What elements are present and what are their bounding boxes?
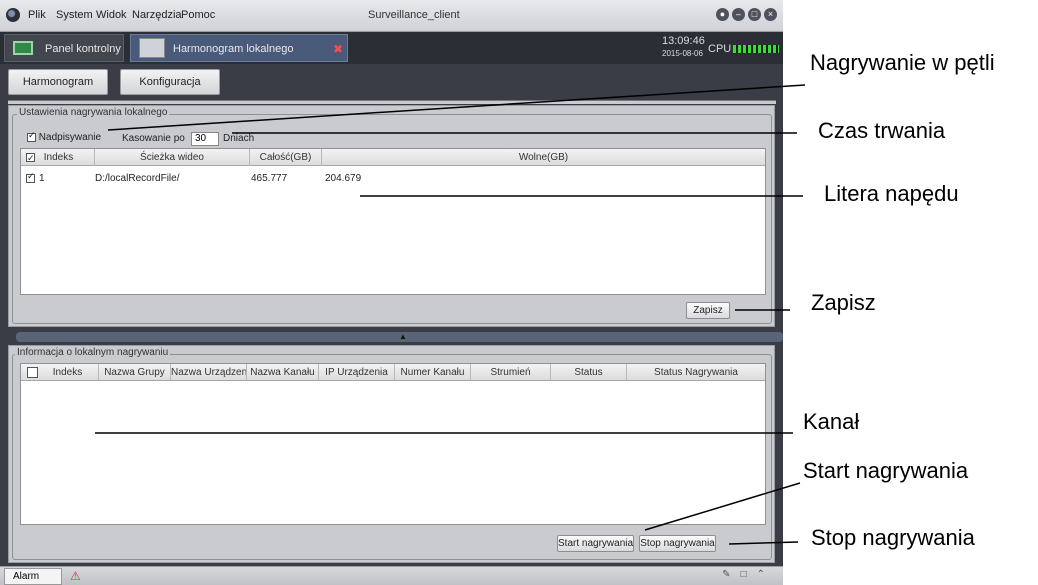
row-index: 1: [39, 173, 45, 184]
tab-label: Panel kontrolny: [45, 43, 121, 55]
col-recording-status[interactable]: Status Nagrywania: [627, 364, 765, 381]
tab-local-recording-schedule[interactable]: Harmonogram lokalnego nagrywania ✖: [130, 34, 348, 83]
col-index[interactable]: Indeks: [21, 149, 95, 166]
splitter-handle[interactable]: ▲: [16, 332, 783, 342]
close-icon[interactable]: ×: [764, 8, 777, 21]
annotation-duration: Czas trwania: [818, 118, 946, 143]
divider: [8, 100, 776, 104]
menu-tools[interactable]: Narzędzia: [132, 9, 182, 21]
channel-table: Indeks Nazwa Grupy Nazwa Urządzeni Nazwa…: [20, 363, 766, 525]
cpu-label: CPU: [708, 43, 732, 55]
annotation-start-recording: Start nagrywania: [803, 458, 969, 483]
menu-system[interactable]: System: [56, 9, 93, 21]
clock-time: 13:09:46: [662, 35, 705, 47]
menu-view[interactable]: Widok: [96, 9, 127, 21]
schedule-icon: [139, 38, 165, 58]
delete-after-days-input[interactable]: 30: [191, 132, 219, 146]
local-settings-legend: Ustawienia nagrywania lokalnego: [17, 107, 170, 118]
row-path: D:/localRecordFile/: [95, 173, 180, 184]
annotation-save: Zapisz: [811, 290, 876, 315]
col-total[interactable]: Całość(GB): [250, 149, 322, 166]
table-header: Indeks Ścieżka wideo Całość(GB) Wolne(GB…: [21, 149, 765, 166]
menu-help[interactable]: Pomoc: [181, 9, 215, 21]
col-stream[interactable]: Strumień: [471, 364, 551, 381]
window-title: Surveillance_client: [368, 9, 460, 21]
col-video-path[interactable]: Ścieżka wideo: [95, 149, 250, 166]
toolbar: Harmonogram Konfiguracja: [0, 64, 783, 100]
col-channel-number[interactable]: Numer Kanału: [395, 364, 471, 381]
delete-after-label: Kasowanie po: [122, 133, 185, 144]
clock: 13:09:46 2015-08-06: [662, 36, 705, 59]
pin-icon[interactable]: ✎: [722, 569, 740, 580]
record-info-panel: Informacja o lokalnym nagrywaniu Indeks …: [8, 345, 775, 563]
window-controls: ● – □ ×: [716, 8, 777, 21]
local-settings-group: Ustawienia nagrywania lokalnego Nadpisyw…: [12, 107, 772, 324]
record-info-group: Informacja o lokalnym nagrywaniu Indeks …: [12, 347, 772, 560]
minimize-icon[interactable]: –: [732, 8, 745, 21]
tab-close-icon[interactable]: ✖: [333, 35, 343, 63]
annotation-stop-recording: Stop nagrywania: [811, 525, 975, 550]
stop-recording-button[interactable]: Stop nagrywania: [639, 535, 716, 552]
local-settings-panel: Ustawienia nagrywania lokalnego Nadpisyw…: [8, 105, 775, 327]
annotation-drive-letter: Litera napędu: [824, 181, 959, 206]
col-channel-name[interactable]: Nazwa Kanału: [247, 364, 319, 381]
table-row[interactable]: 1 D:/localRecordFile/ 465.777 204.679: [21, 171, 765, 187]
statusbar-controls: ✎□⌃: [722, 569, 775, 580]
collapse-up-icon[interactable]: ▲: [399, 332, 407, 342]
row-checkbox[interactable]: [26, 171, 35, 183]
tab-bar: Panel kontrolny Harmonogram lokalnego na…: [0, 32, 783, 83]
monitor-icon: [13, 41, 33, 55]
start-recording-button[interactable]: Start nagrywania: [557, 535, 634, 552]
lock-icon[interactable]: ●: [716, 8, 729, 21]
annotation-loop-recording: Nagrywanie w pętli: [810, 50, 995, 75]
select-all-checkbox[interactable]: [26, 150, 35, 166]
col-group-name[interactable]: Nazwa Grupy: [99, 364, 171, 381]
menu-file[interactable]: Plik: [28, 9, 46, 21]
row-free: 204.679: [325, 173, 362, 184]
overwrite-checkbox[interactable]: [27, 130, 36, 142]
storage-table: Indeks Ścieżka wideo Całość(GB) Wolne(GB…: [20, 148, 766, 295]
overwrite-option[interactable]: Nadpisywanie: [27, 130, 102, 143]
alarm-icon[interactable]: ⚠: [70, 569, 86, 584]
main-content: Ustawienia nagrywania lokalnego Nadpisyw…: [8, 105, 783, 565]
record-info-legend: Informacja o lokalnym nagrywaniu: [15, 347, 171, 358]
maximize-icon[interactable]: □: [748, 8, 761, 21]
annotation-channel: Kanał: [803, 409, 860, 434]
tab-control-panel[interactable]: Panel kontrolny: [4, 34, 124, 62]
col-device-name[interactable]: Nazwa Urządzeni: [171, 364, 247, 381]
col-free[interactable]: Wolne(GB): [322, 149, 765, 166]
days-label: Dniach: [223, 133, 255, 144]
configuration-button[interactable]: Konfiguracja: [120, 69, 220, 95]
col-device-ip[interactable]: IP Urządzenia: [319, 364, 395, 381]
overwrite-label: Nadpisywanie: [38, 132, 102, 143]
col-status[interactable]: Status: [551, 364, 627, 381]
row-total: 465.777: [251, 173, 288, 184]
save-button[interactable]: Zapisz: [686, 302, 730, 319]
cpu-meter: [733, 45, 779, 53]
select-all-checkbox[interactable]: [27, 367, 38, 378]
application-window: Plik System Widok Narzędzia Pomoc Survei…: [0, 0, 783, 585]
table-header: Indeks Nazwa Grupy Nazwa Urządzeni Nazwa…: [21, 364, 765, 381]
menu-bar: Plik System Widok Narzędzia Pomoc Survei…: [0, 0, 783, 32]
app-logo-icon: [6, 8, 20, 22]
schedule-button[interactable]: Harmonogram: [8, 69, 108, 95]
clock-date: 2015-08-06: [662, 49, 703, 58]
alarm-tab[interactable]: Alarm: [4, 568, 62, 585]
col-index[interactable]: Indeks: [21, 364, 99, 381]
expand-icon[interactable]: ⌃: [757, 569, 775, 580]
window-icon[interactable]: □: [741, 569, 757, 580]
status-bar: Alarm ⚠ ✎□⌃: [0, 566, 783, 585]
